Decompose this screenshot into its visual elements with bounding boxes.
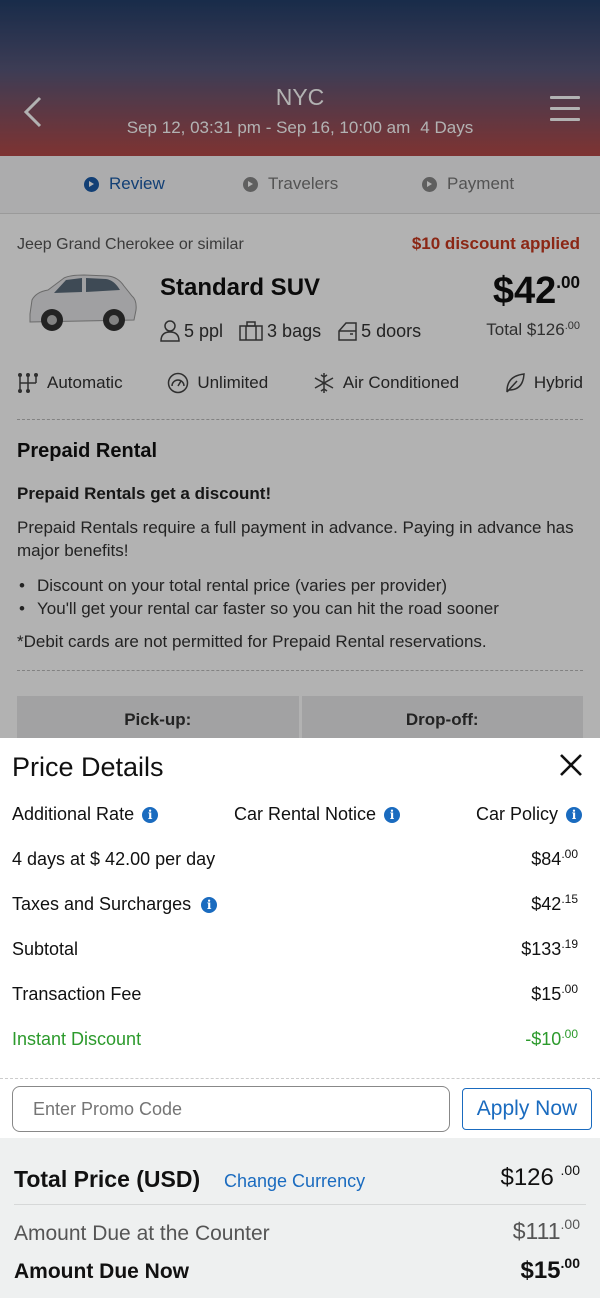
amount-cents: .15: [561, 892, 578, 906]
additional-rate-label: Additional Rate: [12, 804, 135, 824]
due-now-label: Amount Due Now: [14, 1260, 189, 1283]
price-row-amount: $133.19: [521, 937, 578, 960]
amount-cents: .00: [561, 1027, 578, 1041]
price-row-amount: $15.00: [531, 982, 578, 1005]
amount-cents: .00: [561, 847, 578, 861]
amount-main: $84: [531, 849, 562, 869]
car-policy-label: Car Policy: [475, 804, 558, 824]
amount-main: $126: [500, 1164, 561, 1191]
apply-promo-button[interactable]: Apply Now: [462, 1088, 592, 1130]
amount-cents: .00: [561, 982, 578, 996]
total-price-label: Total Price (USD): [14, 1166, 201, 1192]
info-icon[interactable]: i: [384, 806, 401, 823]
amount-main: $42: [531, 894, 562, 914]
divider: [14, 1204, 586, 1205]
counter-due-amount: $111.00: [512, 1216, 580, 1245]
counter-due-label: Amount Due at the Counter: [14, 1222, 270, 1245]
divider: [0, 1078, 600, 1079]
close-icon[interactable]: [558, 752, 584, 778]
total-price-amount: $126 .00: [500, 1162, 580, 1192]
car-policy-link[interactable]: Car Policy i: [476, 804, 582, 825]
amount-cents: .00: [560, 1216, 580, 1232]
info-icon[interactable]: i: [142, 806, 159, 823]
amount-cents: .19: [561, 937, 578, 951]
policy-links: Additional Rate i Car Rental Notice i Car …: [12, 804, 582, 825]
price-row-taxes: Taxes and Surcharges i $42.15: [12, 892, 578, 915]
price-row-label: Taxes and Surcharges: [12, 894, 192, 914]
rental-notice-link[interactable]: Car Rental Notice i: [234, 804, 401, 825]
promo-code-input[interactable]: [12, 1086, 450, 1132]
price-row-amount: $42.15: [531, 892, 578, 915]
price-row-label: Subtotal: [12, 939, 79, 959]
price-row-label: 4 days at $ 42.00 per day: [12, 849, 216, 869]
amount-main: $111: [512, 1218, 561, 1244]
price-row-label: Instant Discount: [12, 1029, 142, 1049]
totals-panel: Total Price (USD) Change Currency $126 .…: [0, 1138, 600, 1298]
rental-notice-label: Car Rental Notice: [234, 804, 377, 824]
info-icon[interactable]: i: [566, 806, 582, 823]
amount-main: $15: [520, 1257, 561, 1284]
price-row-days: 4 days at $ 42.00 per day $84.00: [12, 847, 578, 870]
additional-rate-link[interactable]: Additional Rate i: [12, 804, 159, 825]
price-row-discount: Instant Discount -$10.00: [12, 1027, 578, 1050]
change-currency-link[interactable]: Change Currency: [224, 1171, 365, 1192]
price-row-label: Transaction Fee: [12, 984, 142, 1004]
price-row-fee: Transaction Fee $15.00: [12, 982, 578, 1005]
due-now-amount: $15.00: [520, 1255, 580, 1285]
modal-backdrop[interactable]: [0, 0, 600, 738]
amount-main: $15: [531, 984, 562, 1004]
info-icon[interactable]: i: [201, 896, 218, 913]
amount-cents: .00: [560, 1162, 580, 1178]
amount-main: -$10: [525, 1029, 562, 1049]
price-details-sheet: Price Details Additional Rate i Car Renta…: [0, 738, 600, 1298]
amount-main: $133: [521, 939, 562, 959]
price-row-amount: -$10.00: [525, 1027, 578, 1050]
price-row-amount: $84.00: [531, 847, 578, 870]
price-row-subtotal: Subtotal $133.19: [12, 937, 578, 960]
price-details-title: Price Details: [12, 752, 164, 782]
amount-cents: .00: [560, 1255, 580, 1271]
price-row-label-group: Taxes and Surcharges i: [12, 894, 218, 915]
